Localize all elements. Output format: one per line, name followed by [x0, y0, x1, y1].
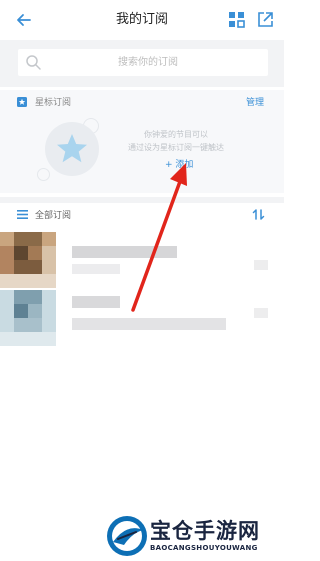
star-icon	[57, 134, 87, 163]
search-icon	[26, 55, 41, 70]
item-title-placeholder	[72, 296, 120, 308]
hint-line: 你钟爱的节目可以	[144, 130, 208, 139]
star-icon	[17, 97, 27, 107]
watermark-logo	[107, 516, 147, 556]
hint-line: 通过设为星标订阅一键触达	[128, 143, 224, 152]
watermark-subtitle: BAOCANGSHOUYOUWANG	[150, 544, 258, 552]
add-starred-button[interactable]: + 添加	[165, 157, 193, 170]
share-icon[interactable]	[257, 11, 274, 28]
item-subtitle-placeholder	[72, 318, 226, 330]
search-input[interactable]	[48, 49, 248, 76]
item-title-placeholder	[72, 246, 177, 258]
all-subscriptions-title: 全部订阅	[35, 211, 72, 221]
item-meta-placeholder	[254, 260, 268, 270]
sort-icon[interactable]	[252, 208, 265, 221]
starred-title: 星标订阅	[35, 98, 72, 108]
grid-icon[interactable]	[228, 11, 245, 28]
list-item[interactable]	[0, 290, 284, 346]
item-subtitle-placeholder	[72, 264, 120, 274]
section-divider	[0, 197, 284, 203]
watermark-title: 宝仓手游网	[150, 519, 260, 543]
thumbnail	[0, 290, 56, 346]
list-item[interactable]	[0, 232, 284, 288]
thumbnail	[0, 232, 56, 288]
item-meta-placeholder	[254, 308, 268, 318]
starred-hint: 你钟爱的节目可以 通过设为星标订阅一键触达	[110, 128, 242, 154]
list-icon	[17, 210, 28, 219]
manage-button[interactable]: 管理	[246, 95, 264, 108]
decoration-ring	[37, 168, 50, 181]
